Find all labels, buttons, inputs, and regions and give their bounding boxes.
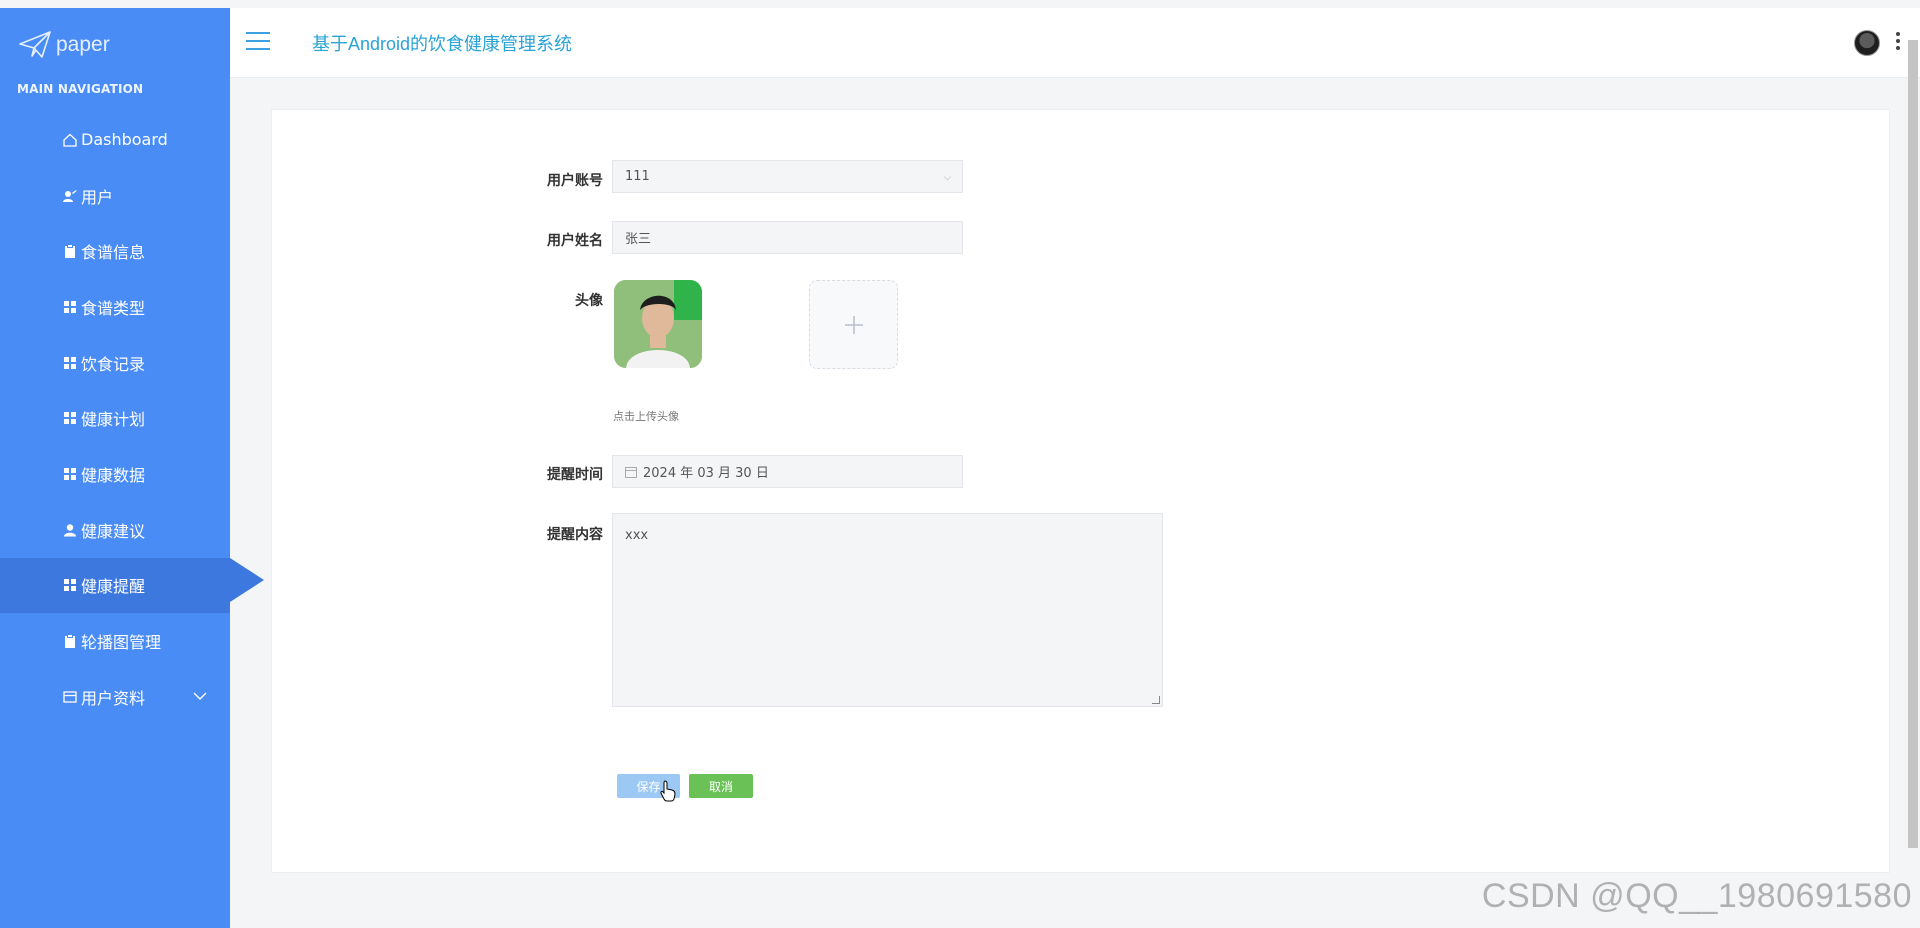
sidebar-item-carousel[interactable]: 轮播图管理	[0, 613, 230, 669]
brand-name: paper	[56, 33, 110, 56]
sidebar: paper MAIN NAVIGATION Dashboard 用户 食谱信息	[0, 8, 264, 928]
clipboard-icon	[63, 244, 77, 259]
user-avatar[interactable]	[1854, 30, 1880, 56]
form-card	[271, 109, 1890, 873]
reminder-content-textarea[interactable]: xxx	[612, 513, 1163, 707]
sidebar-item-diet-record[interactable]: 饮食记录	[0, 335, 230, 391]
name-value: 张三	[625, 232, 652, 247]
sidebar-item-recipe-type[interactable]: 食谱类型	[0, 279, 230, 335]
resize-handle-icon[interactable]	[1152, 696, 1160, 704]
home-icon	[63, 133, 77, 147]
chevron-down-icon	[193, 692, 207, 700]
card-icon	[63, 690, 77, 704]
grid-icon	[63, 356, 77, 370]
main-nav: Dashboard 用户 食谱信息 食谱类型 饮食记录 健康计划 健康数据 健康…	[0, 112, 264, 725]
sidebar-item-health-plan[interactable]: 健康计划	[0, 390, 230, 446]
grid-icon	[63, 411, 77, 425]
sidebar-item-label: 食谱类型	[81, 298, 146, 318]
sidebar-item-label: 用户资料	[81, 688, 146, 708]
name-field[interactable]: 张三	[612, 221, 963, 254]
plus-icon	[844, 315, 863, 334]
grid-icon	[63, 467, 77, 481]
nav-heading: MAIN NAVIGATION	[17, 82, 144, 96]
sidebar-item-label: 健康建议	[81, 521, 146, 541]
reminder-date-value: 2024 年 03 月 30 日	[643, 466, 769, 481]
top-header: 基于Android的饮食健康管理系统	[230, 8, 1920, 78]
sidebar-item-health-reminder[interactable]: 健康提醒	[0, 557, 264, 614]
sidebar-item-label: 健康提醒	[81, 577, 146, 597]
paper-plane-icon	[19, 31, 51, 58]
sidebar-item-label: 健康数据	[81, 465, 146, 485]
time-label: 提醒时间	[547, 467, 603, 483]
avatar-image[interactable]	[614, 280, 702, 368]
sidebar-item-label: 健康计划	[81, 410, 146, 430]
reminder-content-value: xxx	[625, 528, 649, 543]
sidebar-item-health-advice[interactable]: 健康建议	[0, 502, 230, 558]
sidebar-item-label: Dashboard	[81, 130, 168, 150]
app-title: 基于Android的饮食健康管理系统	[312, 34, 573, 54]
hand-cursor-icon	[660, 780, 676, 802]
sidebar-item-label: 轮播图管理	[81, 633, 162, 653]
account-select[interactable]: 111	[612, 160, 963, 193]
calendar-icon	[625, 466, 637, 478]
cancel-button[interactable]: 取消	[689, 774, 753, 798]
upload-hint: 点击上传头像	[613, 410, 679, 423]
content-label: 提醒内容	[547, 527, 603, 543]
sidebar-item-label: 用户	[81, 187, 114, 207]
user-edit-icon	[63, 189, 77, 203]
avatar-label: 头像	[575, 293, 603, 309]
brand-logo[interactable]: paper	[18, 26, 110, 64]
grid-icon	[63, 300, 77, 314]
avatar-upload-button[interactable]	[809, 280, 898, 369]
page: paper MAIN NAVIGATION Dashboard 用户 食谱信息	[0, 0, 1920, 928]
avatar-photo	[614, 280, 702, 368]
page-scrollbar[interactable]	[1908, 40, 1918, 848]
sidebar-item-dashboard[interactable]: Dashboard	[0, 112, 230, 168]
watermark: CSDN @QQ__1980691580	[1481, 877, 1912, 915]
account-value: 111	[625, 169, 650, 184]
clipboard-icon	[63, 634, 77, 649]
name-label: 用户姓名	[547, 233, 603, 249]
reminder-date-picker[interactable]: 2024 年 03 月 30 日	[612, 455, 963, 488]
chevron-down-icon	[943, 172, 952, 181]
sidebar-item-label: 食谱信息	[81, 243, 146, 263]
menu-toggle-icon[interactable]	[246, 32, 270, 52]
person-icon	[63, 523, 77, 537]
more-vertical-icon[interactable]	[1896, 32, 1900, 52]
account-label: 用户账号	[547, 173, 603, 189]
sidebar-item-users[interactable]: 用户	[0, 168, 230, 224]
sidebar-item-user-profile[interactable]: 用户资料	[0, 669, 230, 725]
sidebar-item-health-data[interactable]: 健康数据	[0, 446, 230, 502]
sidebar-item-label: 饮食记录	[81, 354, 146, 374]
sidebar-item-recipe-info[interactable]: 食谱信息	[0, 223, 230, 279]
grid-icon	[63, 578, 77, 592]
